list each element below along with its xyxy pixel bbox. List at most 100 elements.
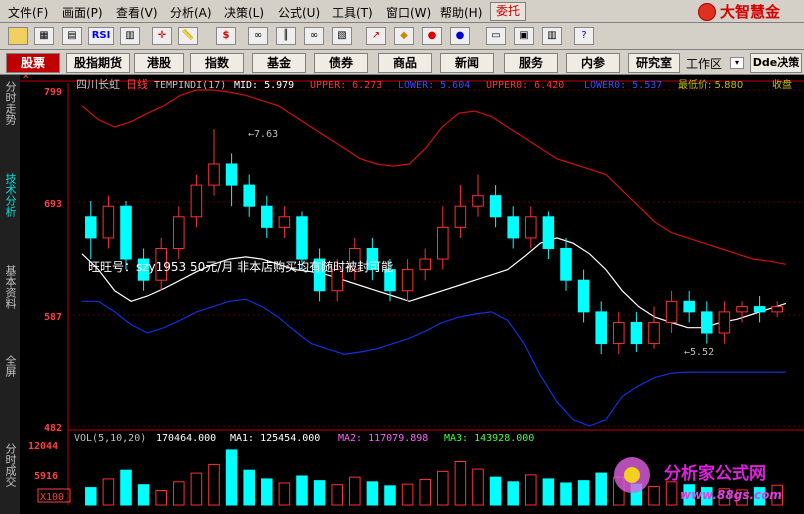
tab-index-futures[interactable]: 股指期货 bbox=[66, 53, 130, 73]
volume-bar bbox=[560, 482, 572, 506]
tab-research[interactable]: 研究室 bbox=[628, 53, 680, 73]
menu-help[interactable]: 帮助(H) bbox=[440, 4, 482, 21]
volume-bar bbox=[489, 476, 502, 506]
volume-bar bbox=[437, 470, 449, 506]
volume-bar bbox=[454, 461, 467, 506]
dollar-icon[interactable]: $ bbox=[216, 27, 236, 45]
volume-bar bbox=[296, 475, 308, 506]
indicator-lower0: LOWER0: 5.537 bbox=[584, 80, 662, 91]
clipboard-icon[interactable]: ▭ bbox=[486, 27, 506, 45]
volume-bar bbox=[102, 478, 115, 506]
help-pointer-icon[interactable]: ? bbox=[574, 27, 594, 45]
diamond-icon[interactable]: ◆ bbox=[394, 27, 414, 45]
workspace-dropdown-icon[interactable]: ▾ bbox=[730, 57, 744, 69]
side-tab-fullscreen[interactable]: 全屏 bbox=[2, 355, 18, 391]
candle-body bbox=[771, 306, 783, 313]
candle-body bbox=[190, 184, 203, 218]
side-tab-intraday[interactable]: 分时走势 bbox=[2, 81, 18, 141]
tab-hk-stocks[interactable]: 港股 bbox=[134, 53, 184, 73]
ball-icon[interactable]: ● bbox=[422, 27, 442, 45]
rsi-icon[interactable]: RSI bbox=[88, 27, 114, 45]
binoculars-icon[interactable]: ∞ bbox=[304, 27, 324, 45]
tab-stocks[interactable]: 股票 bbox=[6, 53, 60, 73]
category-tabs: 股票 股指期货 港股 指数 基金 债券 商品 新闻 服务 内参 研究室 工作区 … bbox=[0, 50, 804, 75]
chart-corner-close-icon[interactable]: ✕ bbox=[22, 75, 30, 82]
delegate-button[interactable]: 委托 bbox=[490, 2, 526, 21]
volume-bar bbox=[349, 476, 361, 506]
volume-bar bbox=[243, 469, 255, 506]
chart-window-icon[interactable]: ▦ bbox=[34, 27, 54, 45]
volume-y-label: 5916 bbox=[34, 471, 58, 482]
grid-icon[interactable]: ▤ bbox=[62, 27, 82, 45]
side-tab-technical[interactable]: 技术分析 bbox=[2, 173, 18, 233]
candle-body bbox=[208, 163, 220, 186]
menu-view[interactable]: 查看(V) bbox=[116, 4, 158, 21]
candle-body bbox=[278, 216, 291, 228]
tab-service[interactable]: 服务 bbox=[504, 53, 558, 73]
bars-icon[interactable]: ║ bbox=[276, 27, 296, 45]
volume-bar bbox=[525, 474, 537, 506]
menu-tools[interactable]: 工具(T) bbox=[332, 4, 373, 21]
indicator-name: TEMPINDI(17) bbox=[154, 80, 226, 91]
side-tab-ticks[interactable]: 分时成交 bbox=[2, 443, 18, 509]
table-icon[interactable]: ▥ bbox=[120, 27, 140, 45]
menu-decision[interactable]: 决策(L) bbox=[224, 4, 264, 21]
tab-commodity[interactable]: 商品 bbox=[378, 53, 432, 73]
candle-body bbox=[419, 258, 431, 271]
tab-internal-ref[interactable]: 内参 bbox=[566, 53, 620, 73]
dde-decision-tab[interactable]: Dde决策 bbox=[750, 53, 802, 73]
volume-bar bbox=[190, 472, 203, 506]
volume-bar bbox=[331, 484, 343, 506]
window-icon[interactable]: ▣ bbox=[514, 27, 534, 45]
candle-body bbox=[489, 195, 502, 218]
crosshair-icon[interactable]: ✛ bbox=[152, 27, 172, 45]
gradient-icon[interactable]: ▧ bbox=[332, 27, 352, 45]
indicator-upper: UPPER: 6.273 bbox=[310, 80, 382, 91]
candle-body bbox=[683, 300, 695, 313]
tab-fund[interactable]: 基金 bbox=[252, 53, 306, 73]
volume-value: 170464.000 bbox=[156, 433, 216, 444]
volume-ma3: MA3: 143928.000 bbox=[444, 433, 534, 444]
candle-body bbox=[613, 321, 625, 345]
folder-icon[interactable] bbox=[8, 27, 28, 45]
candle-body bbox=[85, 216, 97, 239]
candle-body bbox=[736, 306, 748, 313]
candle-body bbox=[577, 279, 590, 313]
volume-ma2: MA2: 117079.898 bbox=[338, 433, 428, 444]
arrow-up-icon[interactable]: ↗ bbox=[366, 27, 386, 45]
menu-window[interactable]: 窗口(W) bbox=[386, 4, 431, 21]
volume-ma1: MA1: 125454.000 bbox=[230, 433, 320, 444]
indicator-mid: MID: 5.979 bbox=[234, 80, 294, 91]
tab-bond[interactable]: 债券 bbox=[314, 53, 368, 73]
side-tab-fundamentals[interactable]: 基本资料 bbox=[2, 265, 18, 325]
candle-body bbox=[718, 311, 731, 334]
volume-bar bbox=[261, 478, 273, 506]
volume-bar bbox=[173, 481, 185, 506]
volume-bar bbox=[665, 481, 678, 506]
ruler-icon[interactable]: 📏 bbox=[178, 27, 198, 45]
menu-bar: 文件(F) 画面(P) 查看(V) 分析(A) 决策(L) 公式(U) 工具(T… bbox=[0, 0, 804, 23]
tab-news[interactable]: 新闻 bbox=[440, 53, 494, 73]
globe-icon[interactable]: ● bbox=[450, 27, 470, 45]
menu-screen[interactable]: 画面(P) bbox=[62, 4, 103, 21]
volume-unit: X100 bbox=[40, 492, 64, 503]
candle-body bbox=[261, 205, 273, 228]
indicator-lower: LOWER: 5.604 bbox=[398, 80, 470, 91]
volume-bar bbox=[507, 481, 519, 506]
books-icon[interactable]: ▥ bbox=[542, 27, 562, 45]
menu-file[interactable]: 文件(F) bbox=[8, 4, 48, 21]
menu-formula[interactable]: 公式(U) bbox=[278, 4, 320, 21]
volume-bar bbox=[85, 487, 97, 506]
workspace-label[interactable]: 工作区 bbox=[686, 55, 722, 72]
stock-name: 四川长虹 bbox=[76, 78, 120, 91]
side-tab-strip: 分时走势 技术分析 基本资料 全屏 分时成交 bbox=[0, 75, 21, 514]
price-chart[interactable]: 799 693 587 482 ✕ 四川长虹 日线 TEMPINDI(17) M… bbox=[20, 75, 804, 514]
volume-bar bbox=[401, 483, 414, 506]
candle-body bbox=[173, 216, 185, 249]
volume-bar bbox=[137, 484, 150, 506]
volume-bar bbox=[384, 485, 396, 506]
menu-analysis[interactable]: 分析(A) bbox=[170, 4, 212, 21]
infinity-icon[interactable]: ∞ bbox=[248, 27, 268, 45]
tab-index[interactable]: 指数 bbox=[190, 53, 244, 73]
volume-bar bbox=[419, 478, 431, 506]
